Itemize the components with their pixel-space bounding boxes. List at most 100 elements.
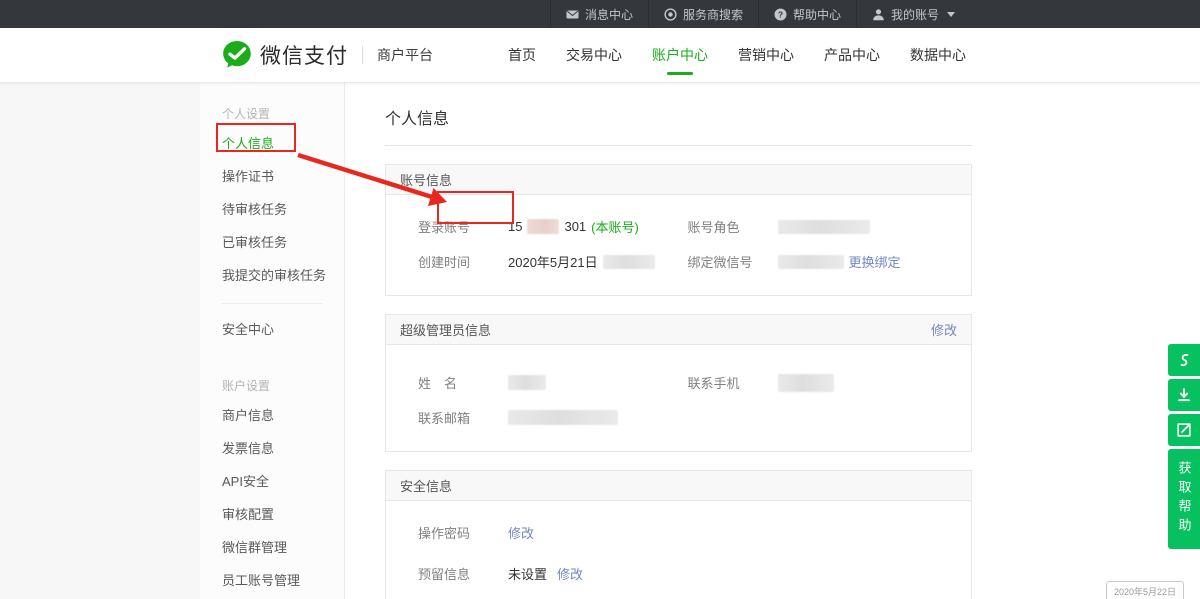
login-account-value: 15 301 (本账号) [508, 217, 639, 236]
sidebar-group-account-settings: 账户设置 [222, 377, 344, 394]
admin-phone-value [778, 374, 834, 392]
account-role-value [778, 220, 870, 234]
spacer [222, 345, 344, 363]
search-icon [664, 8, 677, 21]
message-center-label: 消息中心 [585, 6, 633, 23]
admin-email-label: 联系邮箱 [418, 408, 508, 427]
redacted-created-time [603, 255, 655, 269]
nav-data-center[interactable]: 数据中心 [904, 35, 972, 75]
account-role-cell: 账号角色 [688, 217, 958, 236]
nav-trade-center[interactable]: 交易中心 [560, 35, 628, 75]
admin-name-cell: 姓 名 [418, 373, 688, 392]
my-account-label: 我的账号 [891, 6, 939, 23]
login-account-suffix: 301 [564, 219, 586, 234]
reserved-info-row: 预留信息 未设置 修改 [418, 564, 957, 583]
sidebar-item-wechat-group-mgmt[interactable]: 微信群管理 [222, 530, 344, 563]
redacted-account-role [778, 220, 870, 234]
super-admin-section: 超级管理员信息 修改 姓 名 联系手机 [385, 314, 972, 452]
account-info-title: 账号信息 [400, 170, 452, 189]
nav-marketing-center[interactable]: 营销中心 [732, 35, 800, 75]
super-admin-header: 超级管理员信息 修改 [386, 315, 971, 345]
redacted-login-middle [527, 219, 559, 234]
bound-wechat-label: 绑定微信号 [688, 252, 778, 271]
admin-name-value [508, 375, 546, 390]
nav-home[interactable]: 首页 [502, 35, 542, 75]
page: 消息中心 服务商搜索 ? 帮助中心 我的账号 [0, 0, 1200, 599]
wechat-pay-logo-icon [222, 40, 252, 70]
sidebar-item-reviewed-tasks[interactable]: 已审核任务 [222, 225, 344, 258]
page-title: 个人信息 [385, 95, 972, 146]
sidebar-group-personal-settings: 个人设置 [222, 105, 344, 122]
sidebar-item-api-security[interactable]: API安全 [222, 464, 344, 497]
svg-text:?: ? [778, 9, 783, 19]
redacted-admin-name [508, 375, 546, 390]
sidebar-item-my-submitted-tasks[interactable]: 我提交的审核任务 [222, 258, 344, 291]
admin-email-cell: 联系邮箱 [418, 408, 688, 427]
redacted-wechat-id [778, 255, 844, 269]
main-content: 个人信息 账号信息 登录账号 15 301 (本账号) [345, 83, 1200, 599]
sidebar-item-personal-info[interactable]: 个人信息 [222, 126, 344, 159]
info-row: 登录账号 15 301 (本账号) 账号角色 [418, 217, 957, 236]
message-center-link[interactable]: 消息中心 [551, 0, 648, 28]
brand-name: 微信支付 [260, 40, 348, 70]
created-time-label: 创建时间 [418, 252, 508, 271]
sidebar-item-merchant-info[interactable]: 商户信息 [222, 398, 344, 431]
brand-subtitle: 商户平台 [377, 45, 433, 65]
help-center-link[interactable]: ? 帮助中心 [759, 0, 856, 28]
operation-password-row: 操作密码 修改 [418, 523, 957, 542]
sidebar-item-pending-review-tasks[interactable]: 待审核任务 [222, 192, 344, 225]
account-info-body: 登录账号 15 301 (本账号) 账号角色 [386, 195, 971, 295]
nav-account-center[interactable]: 账户中心 [646, 35, 714, 75]
sidebar-item-security-center[interactable]: 安全中心 [222, 312, 344, 345]
admin-phone-label: 联系手机 [688, 373, 778, 392]
my-account-menu[interactable]: 我的账号 [857, 0, 970, 28]
security-info-section: 安全信息 操作密码 修改 预留信息 未设置 修改 预留信息是由你自己设置的一段文… [385, 470, 972, 599]
admin-phone-cell: 联系手机 [688, 373, 958, 392]
sidebar-item-staff-account-mgmt[interactable]: 员工账号管理 [222, 563, 344, 596]
get-help-label: 获取帮助 [1175, 461, 1194, 537]
top-utility-bar: 消息中心 服务商搜索 ? 帮助中心 我的账号 [0, 0, 1200, 28]
super-admin-title: 超级管理员信息 [400, 320, 491, 339]
login-account-label: 登录账号 [418, 217, 508, 236]
reserved-info-label: 预留信息 [418, 564, 508, 583]
account-info-header: 账号信息 [386, 165, 971, 195]
operation-password-edit-link[interactable]: 修改 [508, 523, 534, 542]
super-admin-edit-link[interactable]: 修改 [931, 320, 957, 339]
created-time-value: 2020年5月21日 [508, 252, 655, 271]
divider [362, 46, 363, 64]
sidebar-item-review-config[interactable]: 审核配置 [222, 497, 344, 530]
main-nav: 首页 交易中心 账户中心 营销中心 产品中心 数据中心 [502, 35, 972, 75]
sidebar-item-invoice-info[interactable]: 发票信息 [222, 431, 344, 464]
link-share-button[interactable] [1168, 344, 1200, 376]
get-help-button[interactable]: 获取帮助 [1168, 449, 1200, 549]
rebind-link[interactable]: 更换绑定 [849, 252, 901, 271]
divider [222, 303, 322, 304]
sidebar: 个人设置 个人信息 操作证书 待审核任务 已审核任务 我提交的审核任务 安全中心… [200, 83, 345, 599]
current-account-note: (本账号) [591, 217, 639, 236]
nav-product-center[interactable]: 产品中心 [818, 35, 886, 75]
login-account-prefix: 15 [508, 219, 522, 234]
sidebar-item-operation-certificate[interactable]: 操作证书 [222, 159, 344, 192]
feedback-button[interactable] [1168, 414, 1200, 446]
download-button[interactable] [1168, 379, 1200, 411]
user-icon [872, 8, 885, 21]
account-info-section: 账号信息 登录账号 15 301 (本账号) [385, 164, 972, 296]
app-header: 微信支付 商户平台 首页 交易中心 账户中心 营销中心 产品中心 数据中心 [0, 28, 1200, 83]
link-icon [1176, 352, 1192, 368]
floating-help-toolbar: 获取帮助 [1168, 344, 1200, 549]
page-body: 个人设置 个人信息 操作证书 待审核任务 已审核任务 我提交的审核任务 安全中心… [0, 83, 1200, 599]
reserved-info-edit-link[interactable]: 修改 [557, 564, 583, 583]
service-provider-search-link[interactable]: 服务商搜索 [649, 0, 758, 28]
bound-wechat-value: 更换绑定 [778, 252, 901, 271]
brand[interactable]: 微信支付 商户平台 [222, 40, 433, 70]
operation-password-label: 操作密码 [418, 523, 508, 542]
created-time-cell: 创建时间 2020年5月21日 [418, 252, 688, 271]
info-row: 联系邮箱 [418, 408, 957, 427]
edit-icon [1176, 422, 1192, 438]
admin-email-value [508, 410, 618, 425]
date-badge: 2020年5月22日 [1106, 581, 1184, 599]
bound-wechat-cell: 绑定微信号 更换绑定 [688, 252, 958, 271]
login-account-cell: 登录账号 15 301 (本账号) [418, 217, 688, 236]
info-row: 创建时间 2020年5月21日 绑定微信号 更换绑定 [418, 252, 957, 271]
reserved-info-status: 未设置 [508, 564, 547, 583]
